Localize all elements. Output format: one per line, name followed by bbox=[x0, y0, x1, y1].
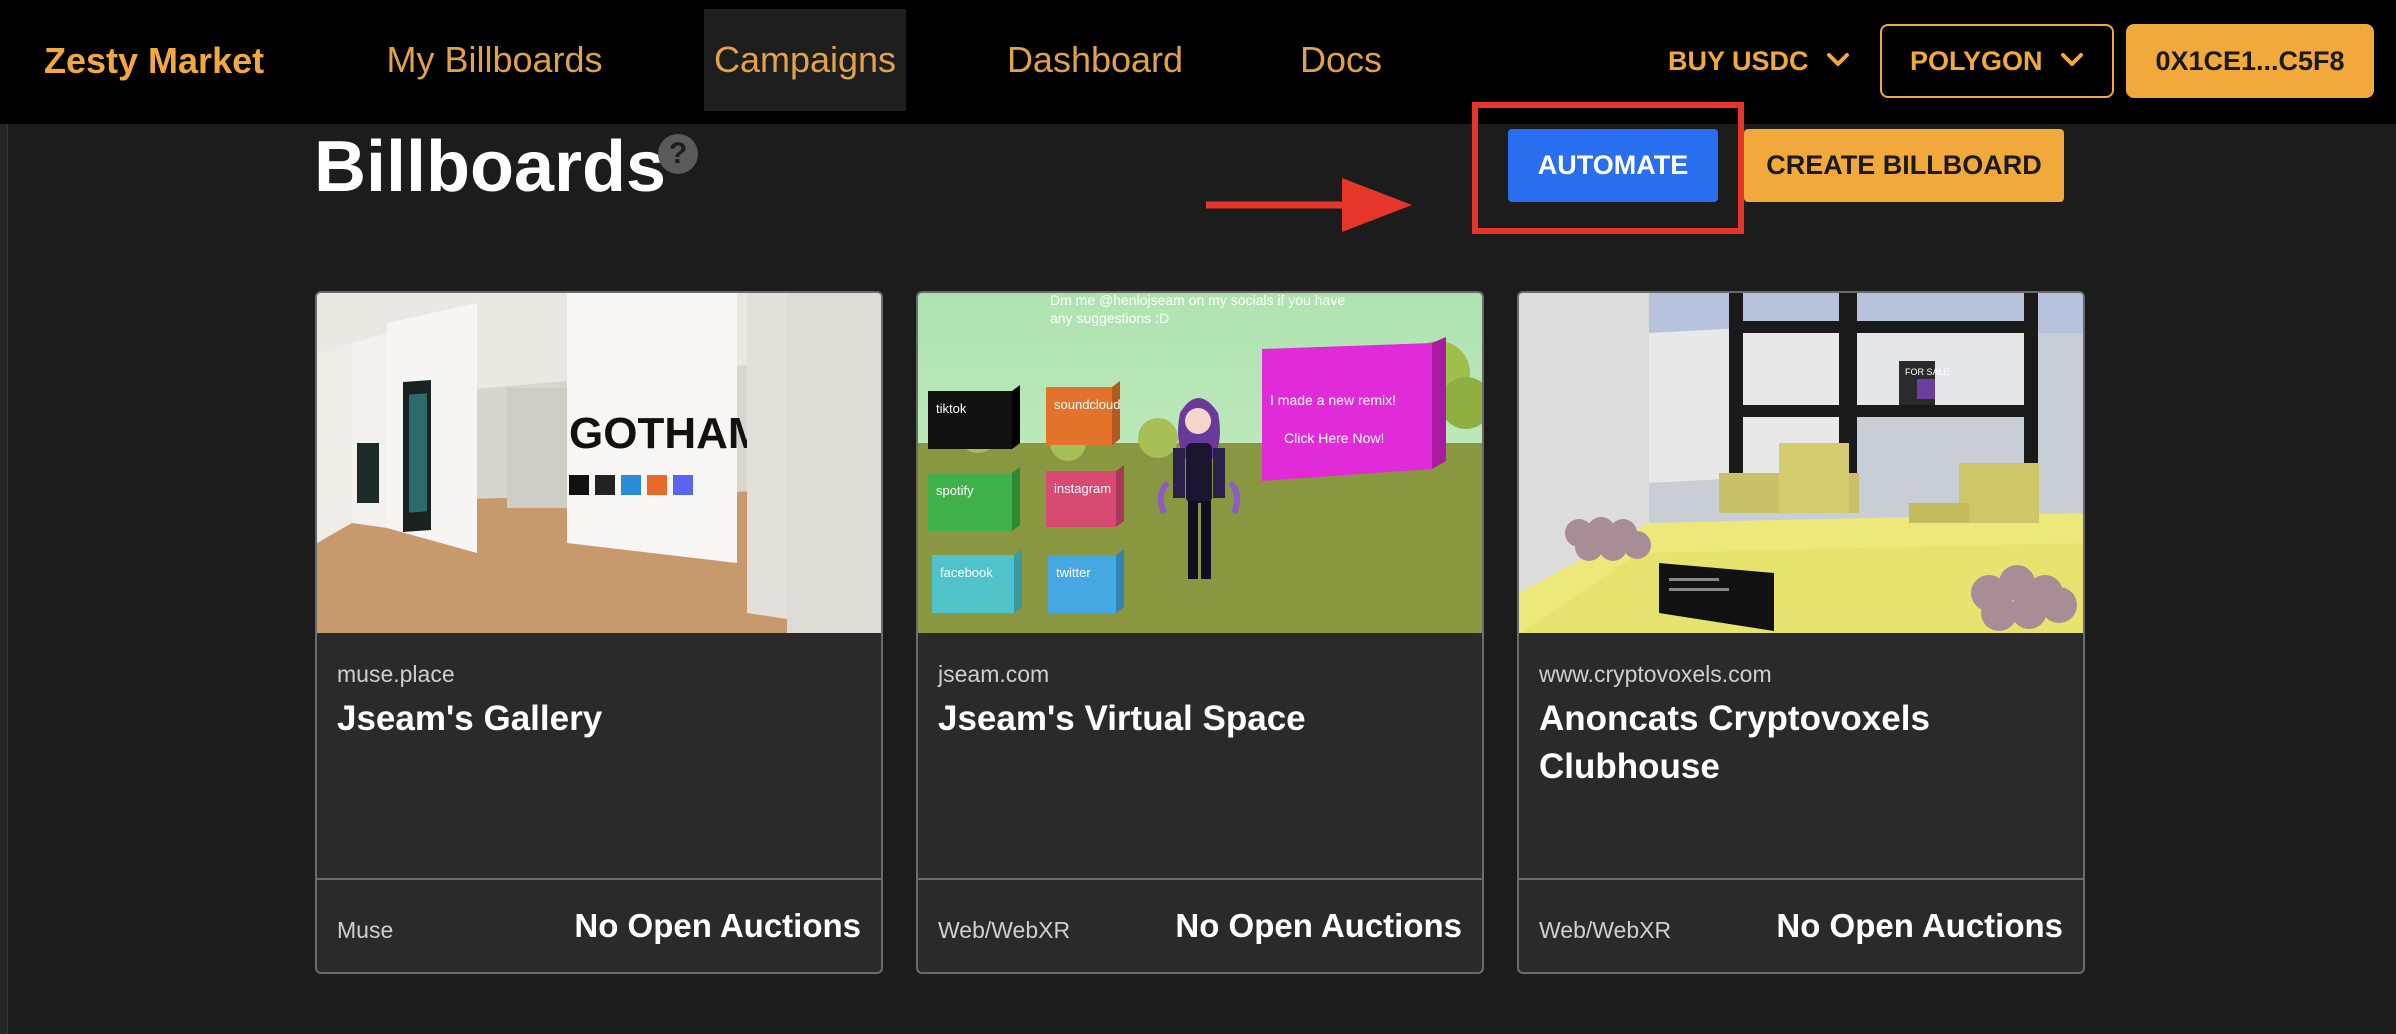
box-instagram: instagram bbox=[1054, 481, 1111, 496]
caption-line2: any suggestions :D bbox=[1050, 310, 1169, 326]
card-domain: www.cryptovoxels.com bbox=[1539, 661, 1772, 687]
auction-status: No Open Auctions bbox=[574, 907, 861, 944]
auction-status: No Open Auctions bbox=[1776, 907, 2063, 944]
gotham-sign: GOTHAM bbox=[569, 409, 765, 458]
remix-text-1: I made a new remix! bbox=[1270, 392, 1396, 408]
chevron-down-icon bbox=[1827, 52, 1850, 66]
billboard-card[interactable]: Dm me @henlojseam on my socials if you h… bbox=[916, 291, 1484, 974]
network-label: POLYGON bbox=[1909, 46, 2043, 76]
buy-usdc-dropdown[interactable]: BUY USDC bbox=[1668, 24, 1850, 98]
left-edge-strip bbox=[0, 124, 8, 1034]
billboard-card[interactable]: GOTHAM muse.place Jseam's Gallery Muse N… bbox=[315, 291, 883, 974]
create-billboard-button[interactable]: CREATE BILLBOARD bbox=[1744, 129, 2064, 202]
page-title: Billboards bbox=[314, 127, 667, 207]
billboard-thumbnail[interactable]: Dm me @henlojseam on my socials if you h… bbox=[918, 293, 1482, 633]
annotation-arrow-icon bbox=[1206, 178, 1412, 232]
automate-button[interactable]: AUTOMATE bbox=[1508, 129, 1718, 202]
remix-text-2: Click Here Now! bbox=[1284, 430, 1384, 446]
nav-my-billboards[interactable]: My Billboards bbox=[372, 9, 617, 111]
card-platform: Web/WebXR bbox=[938, 917, 1071, 943]
card-divider bbox=[317, 878, 881, 880]
nav-dashboard[interactable]: Dashboard bbox=[995, 9, 1195, 111]
brand-logo[interactable]: Zesty Market bbox=[44, 40, 264, 82]
billboard-thumbnail[interactable]: GOTHAM bbox=[317, 293, 881, 633]
billboard-card[interactable]: FOR SALE www.cryptovoxels.com Anoncats C… bbox=[1517, 291, 2085, 974]
box-tiktok: tiktok bbox=[936, 401, 967, 416]
card-title[interactable]: Jseam's Virtual Space bbox=[938, 695, 1468, 743]
box-soundcloud: soundcloud bbox=[1054, 397, 1121, 412]
buy-usdc-label: BUY USDC bbox=[1668, 46, 1809, 76]
card-title[interactable]: Anoncats Cryptovoxels Clubhouse bbox=[1539, 695, 2069, 791]
wallet-address-button[interactable]: 0X1CE1...C5F8 bbox=[2126, 24, 2374, 98]
box-twitter: twitter bbox=[1056, 565, 1091, 580]
box-facebook: facebook bbox=[940, 565, 993, 580]
card-platform: Muse bbox=[337, 917, 394, 943]
card-platform: Web/WebXR bbox=[1539, 917, 1672, 943]
top-navbar: Zesty Market My Billboards Campaigns Das… bbox=[0, 0, 2396, 124]
help-icon[interactable]: ? bbox=[658, 134, 698, 174]
card-domain: jseam.com bbox=[938, 661, 1050, 687]
for-sale-sign: FOR SALE bbox=[1905, 367, 1950, 377]
card-divider bbox=[918, 878, 1482, 880]
nav-campaigns[interactable]: Campaigns bbox=[704, 9, 906, 111]
box-spotify: spotify bbox=[936, 483, 974, 498]
billboard-thumbnail[interactable]: FOR SALE bbox=[1519, 293, 2083, 633]
card-domain: muse.place bbox=[337, 661, 455, 687]
network-selector[interactable]: POLYGON bbox=[1880, 24, 2114, 98]
caption-line1: Dm me @henlojseam on my socials if you h… bbox=[1050, 293, 1345, 308]
nav-docs[interactable]: Docs bbox=[1286, 9, 1396, 111]
auction-status: No Open Auctions bbox=[1175, 907, 1462, 944]
chevron-down-icon bbox=[2061, 52, 2084, 66]
card-divider bbox=[1519, 878, 2083, 880]
card-title[interactable]: Jseam's Gallery bbox=[337, 695, 867, 743]
